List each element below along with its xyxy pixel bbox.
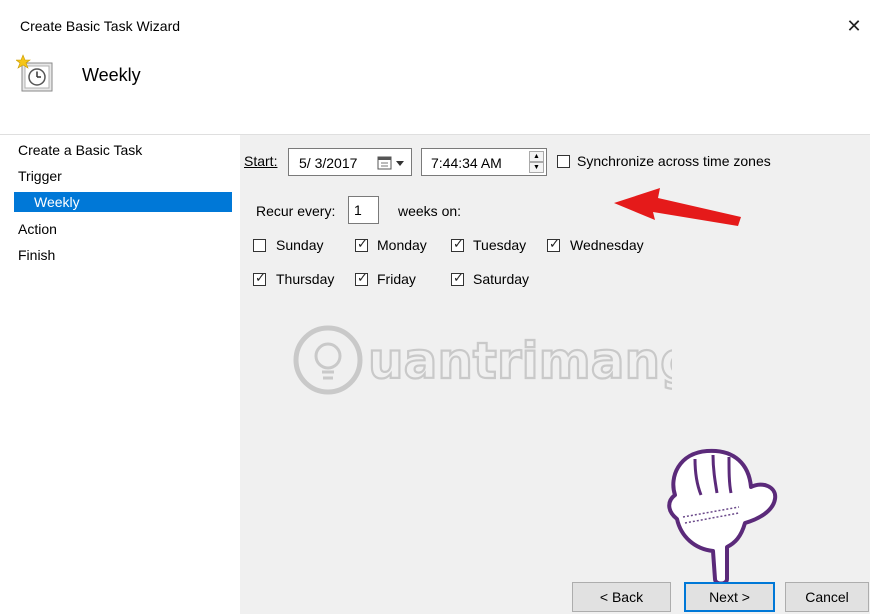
checkmark-icon: ✓ bbox=[549, 236, 560, 251]
sidebar-item-action[interactable]: Action bbox=[18, 221, 57, 237]
sync-timezones-checkbox[interactable] bbox=[557, 155, 570, 168]
window-title: Create Basic Task Wizard bbox=[20, 18, 181, 34]
saturday-label: Saturday bbox=[473, 271, 530, 287]
tuesday-checkbox[interactable]: ✓ bbox=[451, 236, 464, 252]
start-label: Start: bbox=[244, 153, 278, 169]
friday-checkbox[interactable]: ✓ bbox=[355, 270, 368, 286]
calendar-dropdown-icon[interactable] bbox=[377, 156, 407, 170]
tuesday-label: Tuesday bbox=[473, 237, 527, 253]
start-time-value: 7:44:34 AM bbox=[431, 155, 502, 171]
spin-up-icon[interactable]: ▲ bbox=[529, 151, 544, 162]
sidebar-item-trigger[interactable]: Trigger bbox=[18, 168, 62, 184]
start-time-input[interactable]: 7:44:34 AM ▲ ▼ bbox=[421, 148, 547, 176]
checkmark-icon: ✓ bbox=[357, 236, 368, 251]
spin-down-icon[interactable]: ▼ bbox=[529, 162, 544, 173]
checkmark-icon: ✓ bbox=[357, 270, 368, 285]
sidebar-item-create-basic-task[interactable]: Create a Basic Task bbox=[18, 142, 142, 158]
wizard-sidebar: Create a Basic Task Trigger Weekly Actio… bbox=[0, 135, 240, 614]
wednesday-checkbox[interactable]: ✓ bbox=[547, 236, 560, 252]
pointing-hand-icon bbox=[667, 448, 778, 586]
arrow-shape bbox=[614, 188, 741, 226]
recur-every-input[interactable]: 1 bbox=[348, 196, 379, 224]
next-button[interactable]: Next > bbox=[684, 582, 775, 612]
sidebar-item-weekly[interactable]: Weekly bbox=[14, 192, 232, 212]
monday-label: Monday bbox=[377, 237, 427, 253]
annotation-arrow-icon bbox=[614, 188, 741, 226]
friday-label: Friday bbox=[377, 271, 416, 287]
wizard-header: Weekly bbox=[0, 48, 870, 135]
sunday-checkbox[interactable] bbox=[253, 239, 266, 252]
scheduled-task-clock-icon bbox=[16, 54, 53, 92]
checkmark-icon: ✓ bbox=[453, 270, 464, 285]
title-bar: Create Basic Task Wizard ✕ bbox=[0, 0, 870, 48]
back-button[interactable]: < Back bbox=[572, 582, 671, 612]
thursday-checkbox[interactable]: ✓ bbox=[253, 270, 266, 286]
checkmark-icon: ✓ bbox=[255, 270, 266, 285]
close-icon[interactable]: ✕ bbox=[842, 14, 866, 38]
cancel-button[interactable]: Cancel bbox=[785, 582, 869, 612]
time-spinner[interactable]: ▲ ▼ bbox=[529, 151, 544, 173]
sunday-label: Sunday bbox=[276, 237, 324, 253]
checkmark-icon: ✓ bbox=[453, 236, 464, 251]
sidebar-item-finish[interactable]: Finish bbox=[18, 247, 55, 263]
recur-every-label: Recur every: bbox=[256, 203, 336, 219]
recur-every-value: 1 bbox=[354, 202, 362, 218]
watermark-logo-icon: uantrimang bbox=[293, 325, 672, 395]
saturday-checkbox[interactable]: ✓ bbox=[451, 270, 464, 286]
thursday-label: Thursday bbox=[276, 271, 335, 287]
watermark-text: uantrimang bbox=[368, 332, 672, 390]
start-date-picker[interactable]: 5/ 3/2017 bbox=[288, 148, 412, 176]
page-title: Weekly bbox=[82, 65, 141, 85]
monday-checkbox[interactable]: ✓ bbox=[355, 236, 368, 252]
start-date-value: 5/ 3/2017 bbox=[299, 155, 358, 171]
weeks-on-label: weeks on: bbox=[398, 203, 462, 219]
sync-timezones-label: Synchronize across time zones bbox=[577, 153, 771, 169]
